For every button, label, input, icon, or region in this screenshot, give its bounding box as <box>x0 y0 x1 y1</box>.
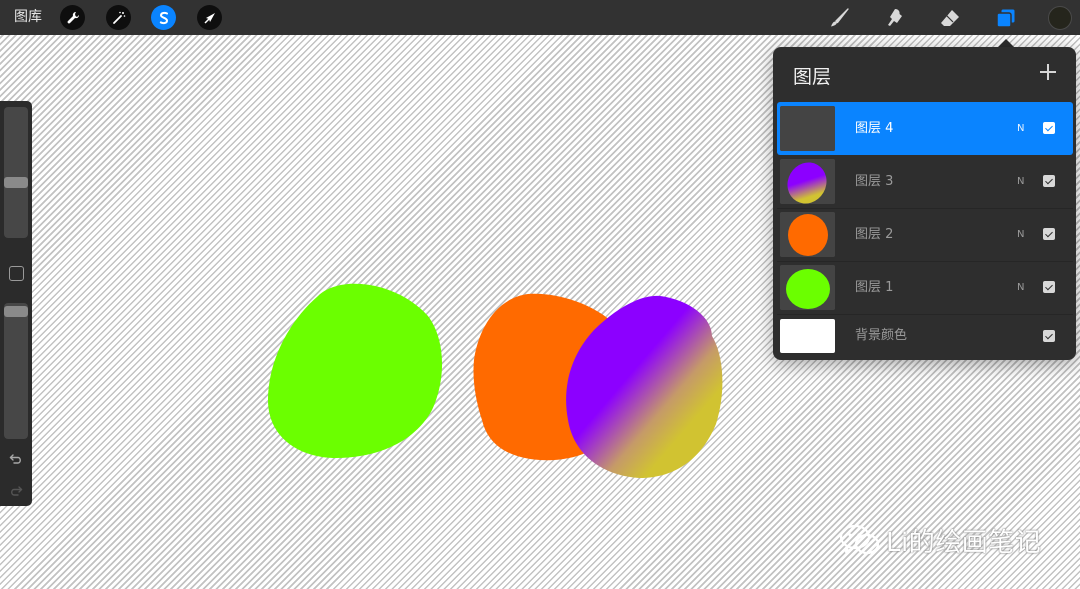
brush-size-slider[interactable] <box>4 107 28 238</box>
plus-icon[interactable] <box>1038 62 1058 82</box>
blend-mode-button[interactable]: N <box>1017 208 1024 261</box>
layer-name: 图层 1 <box>855 280 894 295</box>
layer-row-1[interactable]: 图层 1 N <box>777 261 1073 315</box>
actions-button[interactable] <box>60 5 85 30</box>
modify-square-icon[interactable] <box>9 266 24 281</box>
layer-row-4[interactable]: 图层 4 N <box>777 102 1073 155</box>
layer-name: 图层 4 <box>855 121 894 136</box>
layer-name: 图层 3 <box>855 174 894 189</box>
visibility-checkbox[interactable] <box>1043 228 1055 240</box>
background-thumbnail <box>780 319 835 353</box>
brush-size-thumb[interactable] <box>4 177 28 188</box>
gallery-button[interactable]: 图库 <box>14 0 42 35</box>
blend-mode-button[interactable]: N <box>1017 155 1024 208</box>
layer-name: 图层 2 <box>855 227 894 242</box>
panel-title: 图层 <box>793 66 832 88</box>
undo-button[interactable] <box>6 449 26 469</box>
visibility-checkbox[interactable] <box>1043 175 1055 187</box>
layers-panel: 图层 图层 4 N 图层 3 N 图层 2 N 图层 1 N 背景颜色 <box>773 47 1076 360</box>
redo-button[interactable] <box>6 481 26 501</box>
transform-arrow-icon <box>203 12 215 24</box>
layer-row-3[interactable]: 图层 3 N <box>777 155 1073 209</box>
eraser-tool[interactable] <box>937 5 963 31</box>
visibility-checkbox[interactable] <box>1043 281 1055 293</box>
opacity-thumb[interactable] <box>4 306 28 317</box>
adjustments-button[interactable] <box>106 5 131 30</box>
layers-tool[interactable] <box>993 5 1019 31</box>
watermark-text: Li的绘画笔记 <box>886 527 1042 558</box>
eraser-icon <box>941 10 959 26</box>
visibility-checkbox[interactable] <box>1043 330 1055 342</box>
undo-icon <box>9 454 21 464</box>
wrench-icon <box>67 11 79 23</box>
background-color-row[interactable]: 背景颜色 <box>777 315 1073 359</box>
smudge-tool[interactable] <box>882 5 908 31</box>
layers-icon <box>996 8 1016 28</box>
magic-wand-icon <box>112 11 125 24</box>
green-blob <box>268 283 443 458</box>
smudge-icon <box>888 9 902 26</box>
empty-thumbnail <box>780 106 835 151</box>
purple-yellow-thumbnail <box>780 159 835 204</box>
transform-button[interactable] <box>197 5 222 30</box>
brush-tool[interactable] <box>826 5 852 31</box>
brush-icon <box>831 8 849 27</box>
layer-thumbnail <box>780 159 835 204</box>
opacity-slider[interactable] <box>4 303 28 439</box>
orange-thumbnail <box>780 212 835 257</box>
wechat-icon <box>839 524 880 555</box>
selection-s-icon <box>159 11 168 24</box>
blend-mode-button[interactable]: N <box>1017 261 1024 314</box>
selection-button[interactable] <box>151 5 176 30</box>
redo-icon <box>11 486 23 496</box>
color-picker-swatch[interactable] <box>1048 6 1072 30</box>
layer-row-2[interactable]: 图层 2 N <box>777 208 1073 262</box>
blend-mode-button[interactable]: N <box>1017 102 1024 155</box>
top-toolbar: 图库 <box>0 0 1080 35</box>
layer-thumbnail <box>780 106 835 151</box>
left-sidebar <box>0 101 32 506</box>
layer-thumbnail <box>780 265 835 310</box>
green-thumbnail <box>780 265 835 310</box>
watermark: Li的绘画笔记 <box>838 520 1041 560</box>
layer-name: 背景颜色 <box>855 328 908 343</box>
layer-thumbnail <box>780 212 835 257</box>
visibility-checkbox[interactable] <box>1043 122 1055 134</box>
